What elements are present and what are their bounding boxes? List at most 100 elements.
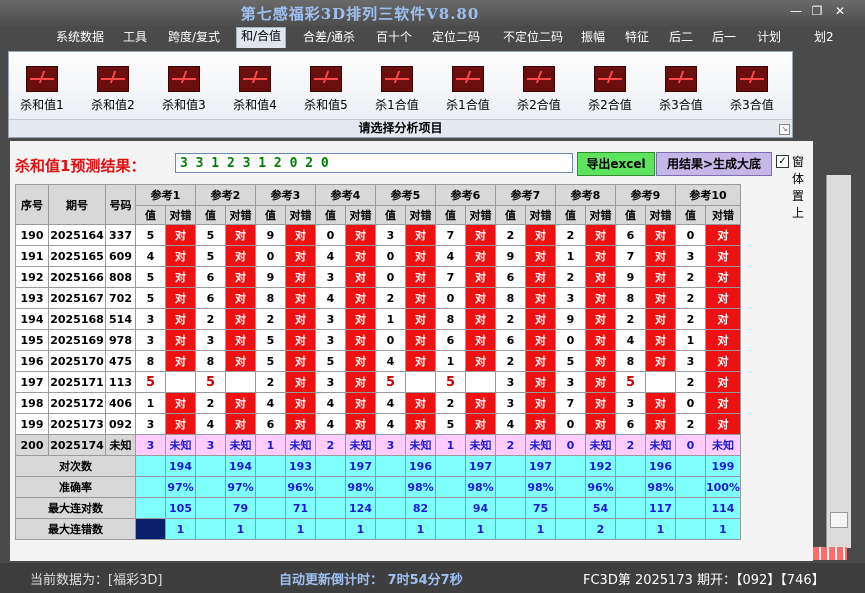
chart-icon bbox=[168, 66, 200, 92]
menu-item-5[interactable]: 百十个 bbox=[372, 29, 416, 46]
ref-value: 6 bbox=[255, 413, 286, 435]
minimize-icon[interactable]: — bbox=[785, 4, 807, 18]
judge-mark: 对 bbox=[525, 413, 556, 435]
stats-spacer bbox=[495, 476, 526, 498]
menu-item-11[interactable]: 后一 bbox=[708, 29, 740, 46]
sub-header-value: 值 bbox=[375, 205, 406, 225]
ribbon-button-10[interactable]: 杀3合值 bbox=[722, 66, 782, 113]
ref-value: 3 bbox=[315, 266, 346, 288]
ref-value: 4 bbox=[315, 287, 346, 309]
ref-value: 8 bbox=[195, 350, 226, 372]
stats-spacer bbox=[375, 455, 406, 477]
stats-spacer bbox=[255, 518, 286, 540]
menu-item-2[interactable]: 跨度/复式 bbox=[164, 29, 224, 46]
table-row[interactable]: 198 2025172 406 1 对 2 对 4 对 4 对 4 对 2 对 3 对 7 对 3 对 0 对 bbox=[15, 392, 741, 414]
table-row[interactable]: 195 2025169 978 3 对 3 对 5 对 3 对 0 对 6 对 6 对 0 对 4 对 1 对 bbox=[15, 329, 741, 351]
chart-icon bbox=[26, 66, 58, 92]
ref-value: 3 bbox=[315, 371, 346, 393]
ref-value: 1 bbox=[435, 350, 466, 372]
menu-item-3[interactable]: 和/合值 bbox=[236, 27, 287, 48]
scrollbar-thumb[interactable] bbox=[830, 512, 848, 528]
ref-value: 7 bbox=[615, 245, 646, 267]
judge-mark: 对 bbox=[705, 350, 741, 372]
menu-item-7[interactable]: 不定位二码 bbox=[499, 29, 567, 46]
stay-on-top-checkbox[interactable]: ✓ bbox=[776, 155, 789, 168]
sub-header-value: 值 bbox=[495, 205, 526, 225]
judge-mark: 对 bbox=[705, 224, 741, 246]
judge-mark: 对 bbox=[405, 308, 436, 330]
table-row[interactable]: 194 2025168 514 3 对 2 对 2 对 3 对 1 对 8 对 2 对 9 对 2 对 2 对 bbox=[15, 308, 741, 330]
table-row[interactable]: 192 2025166 808 5 对 6 对 9 对 3 对 0 对 7 对 6 对 2 对 9 对 2 对 bbox=[15, 266, 741, 288]
stats-spacer bbox=[555, 497, 586, 519]
judge-mark: 对 bbox=[165, 308, 196, 330]
col-header-ref: 参考1 bbox=[135, 184, 196, 206]
ref-value: 5 bbox=[135, 266, 166, 288]
judge-pending: 未知 bbox=[585, 434, 616, 456]
close-icon[interactable]: ✕ bbox=[829, 4, 851, 18]
ribbon-button-3[interactable]: 杀和值4 bbox=[225, 66, 285, 113]
stats-spacer bbox=[135, 518, 166, 540]
ref-value: 3 bbox=[315, 329, 346, 351]
ribbon-button-6[interactable]: 杀1合值 bbox=[438, 66, 498, 113]
menu-item-overflow[interactable]: 划2 bbox=[810, 29, 838, 46]
status-bar: 当前数据为：[福彩3D] 自动更新倒计时： 7时54分7秒 FC3D第 2025… bbox=[0, 563, 865, 593]
menu-item-8[interactable]: 振幅 bbox=[577, 29, 609, 46]
menu-item-1[interactable]: 工具 bbox=[119, 29, 151, 46]
menu-item-0[interactable]: 系统数据 bbox=[52, 29, 108, 46]
restore-icon[interactable]: ❐ bbox=[806, 4, 828, 18]
menu-item-4[interactable]: 合差/通杀 bbox=[299, 29, 359, 46]
ribbon-button-1[interactable]: 杀和值2 bbox=[83, 66, 143, 113]
ref-value: 8 bbox=[615, 350, 646, 372]
judge-mark: 对 bbox=[165, 329, 196, 351]
ribbon-button-0[interactable]: 杀和值1 bbox=[12, 66, 72, 113]
ref-value: 0 bbox=[675, 434, 706, 456]
menu-item-6[interactable]: 定位二码 bbox=[428, 29, 484, 46]
row-seq: 199 bbox=[15, 413, 49, 435]
vertical-scrollbar[interactable] bbox=[826, 175, 851, 548]
judge-mark: 对 bbox=[645, 308, 676, 330]
ribbon-button-7[interactable]: 杀2合值 bbox=[509, 66, 569, 113]
table-row[interactable]: 193 2025167 702 5 对 6 对 8 对 4 对 2 对 0 对 8 对 3 对 8 对 2 对 bbox=[15, 287, 741, 309]
stats-value: 196 bbox=[645, 455, 676, 477]
ref-value: 1 bbox=[135, 392, 166, 414]
judge-mark: 对 bbox=[645, 287, 676, 309]
prediction-field[interactable]: 3 3 1 2 3 1 2 0 2 0 bbox=[175, 153, 573, 173]
judge-pending: 未知 bbox=[165, 434, 196, 456]
ribbon-button-4[interactable]: 杀和值5 bbox=[296, 66, 356, 113]
ref-value: 2 bbox=[495, 350, 526, 372]
stats-label: 最大连错数 bbox=[15, 518, 136, 540]
menu-item-9[interactable]: 特征 bbox=[621, 29, 653, 46]
ribbon-button-9[interactable]: 杀3合值 bbox=[651, 66, 711, 113]
generate-base-button[interactable]: 用结果>生成大底 bbox=[656, 152, 772, 176]
ref-value: 2 bbox=[675, 287, 706, 309]
row-seq: 192 bbox=[15, 266, 49, 288]
judge-empty bbox=[165, 371, 196, 393]
ribbon-button-8[interactable]: 杀2合值 bbox=[580, 66, 640, 113]
last-draw-info: FC3D第 2025173 期开：【092】【746】 bbox=[583, 573, 825, 588]
col-header-ref: 参考5 bbox=[375, 184, 436, 206]
row-number: 113 bbox=[105, 371, 136, 393]
judge-pending: 未知 bbox=[345, 434, 376, 456]
ref-value: 6 bbox=[195, 287, 226, 309]
stats-spacer bbox=[675, 455, 706, 477]
ribbon-button-label: 杀2合值 bbox=[517, 98, 561, 112]
export-excel-button[interactable]: 导出excel bbox=[577, 152, 655, 176]
stats-spacer bbox=[675, 518, 706, 540]
table-row[interactable]: 190 2025164 337 5 对 5 对 9 对 0 对 3 对 7 对 2 对 2 对 6 对 0 对 bbox=[15, 224, 741, 246]
stats-spacer bbox=[375, 497, 406, 519]
ref-value: 3 bbox=[195, 434, 226, 456]
table-row[interactable]: 197 2025171 113 5 5 2 对 3 对 5 5 3 对 3 对 5 2 对 bbox=[15, 371, 741, 393]
ref-value: 4 bbox=[495, 413, 526, 435]
ribbon-button-5[interactable]: 杀1合值 bbox=[367, 66, 427, 113]
table-row[interactable]: 196 2025170 475 8 对 8 对 5 对 5 对 4 对 1 对 2 对 5 对 8 对 3 对 bbox=[15, 350, 741, 372]
menu-item-12[interactable]: 计划 bbox=[753, 29, 785, 46]
expand-icon[interactable]: ↘ bbox=[779, 124, 790, 135]
ribbon-button-2[interactable]: 杀和值3 bbox=[154, 66, 214, 113]
judge-pending: 未知 bbox=[225, 434, 256, 456]
menu-item-10[interactable]: 后二 bbox=[665, 29, 697, 46]
table-row[interactable]: 191 2025165 609 4 对 5 对 0 对 4 对 0 对 4 对 9 对 1 对 7 对 3 对 bbox=[15, 245, 741, 267]
judge-mark: 对 bbox=[525, 224, 556, 246]
table-row[interactable]: 199 2025173 092 3 对 4 对 6 对 4 对 4 对 5 对 4 对 0 对 6 对 2 对 bbox=[15, 413, 741, 435]
pending-row[interactable]: 200 2025174 未知 3 未知 3 未知 1 未知 2 未知 3 未知 1 未知 2 未知 0 未知 2 未知 0… bbox=[15, 434, 741, 456]
ref-value: 6 bbox=[495, 329, 526, 351]
